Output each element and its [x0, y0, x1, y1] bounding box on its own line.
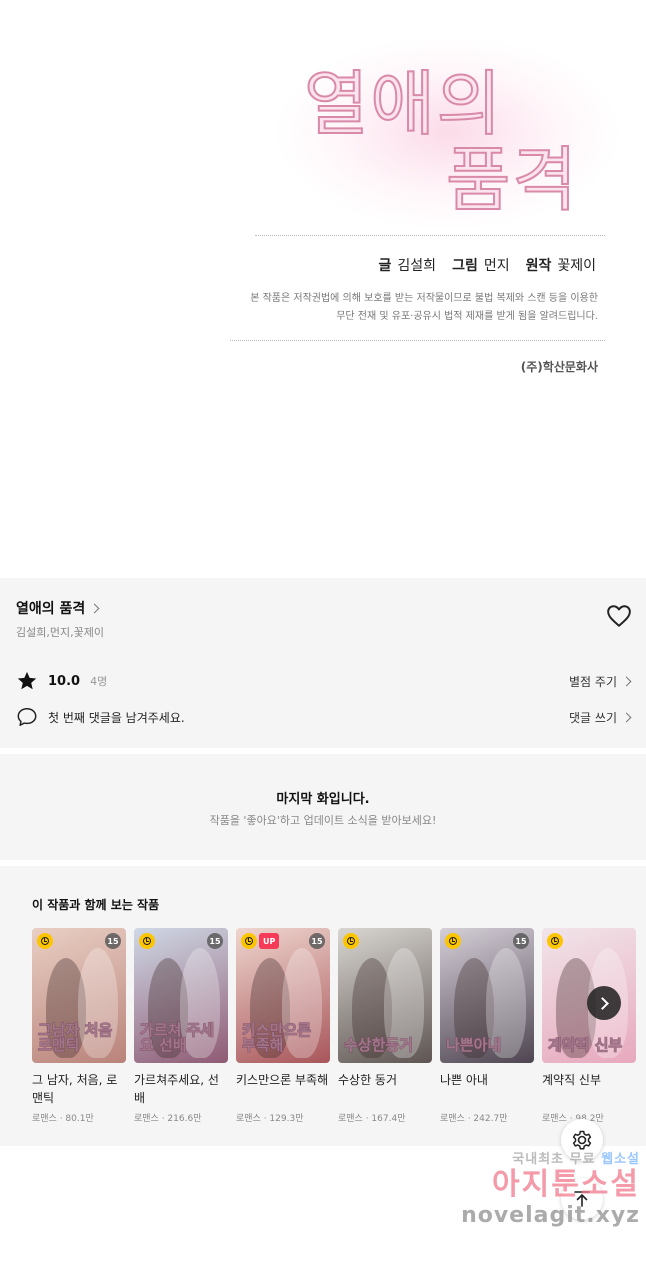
site-watermark: 국내최초 무료 웹소설 아지툰소설 novelagit.xyz [440, 1148, 640, 1248]
age-rating-badge: 15 [309, 933, 325, 949]
cover-title-art: 가르쳐 주세요 선배 [140, 1021, 215, 1054]
wait-free-clock-icon [445, 933, 461, 949]
chevron-right-icon [595, 996, 609, 1010]
notice-line2: 무단 전재 및 유포·공유시 법적 제재를 받게 됨을 알려드립니다. [336, 311, 598, 322]
cover-thumbnail: 나쁜아내 15 [440, 928, 534, 1063]
cover-thumbnail: 키스만으론 부족해 UP 15 [236, 928, 330, 1063]
wait-free-clock-icon [241, 933, 257, 949]
recommendation-card[interactable]: 계약직 신부 계약직 신부 로맨스 · 98.2만 [542, 928, 636, 1124]
recommendation-card[interactable]: 수상한동거수상한 동거로맨스 · 167.4만 [338, 928, 432, 1124]
credit-key-writer: 글 [378, 258, 392, 274]
credit-value-writer: 김설희 [397, 258, 437, 274]
recommendation-card[interactable]: 나쁜아내 15 나쁜 아내로맨스 · 242.7만 [440, 928, 534, 1124]
recommendation-card[interactable]: 키스만으론 부족해 UP 15 키스만으론 부족해로맨스 · 129.3만 [236, 928, 330, 1124]
series-title-link[interactable]: 열애의 품격 [16, 598, 100, 618]
star-icon [17, 671, 37, 690]
write-comment-label: 댓글 쓰기 [569, 710, 617, 725]
last-episode-panel: 마지막 화입니다. 작품을 '좋아요'하고 업데이트 소식을 받아보세요! [0, 754, 646, 860]
credit-value-original: 꽃제이 [557, 258, 596, 274]
cover-thumbnail: 그남자 처음 로맨틱 15 [32, 928, 126, 1063]
rate-button[interactable]: 별점 주기 [569, 673, 632, 690]
wait-free-clock-icon [343, 933, 359, 949]
age-rating-badge: 15 [207, 933, 223, 949]
cover-title-art: 수상한동거 [343, 1036, 414, 1054]
age-rating-badge: 15 [513, 933, 529, 949]
last-episode-subtitle: 작품을 '좋아요'하고 업데이트 소식을 받아보세요! [209, 814, 437, 827]
publisher-label: (주)학산문화사 [520, 360, 598, 374]
last-episode-title: 마지막 화입니다. [276, 792, 370, 807]
card-meta: 로맨스 · 216.6만 [134, 1114, 202, 1124]
watermark-line1-b: 웹소설 [601, 1152, 640, 1167]
card-title: 수상한 동거 [338, 1073, 398, 1087]
wait-free-clock-icon [139, 933, 155, 949]
recommendation-card[interactable]: 그남자 처음 로맨틱 15 그 남자, 처음, 로맨틱로맨스 · 80.1만 [32, 928, 126, 1124]
series-info-panel: 열애의 품격 김설희,먼지,꽃제이 10.0 4명 별점 주기 첫 번째 댓글을… [0, 578, 646, 748]
rating-row: 10.0 4명 별점 주기 [16, 670, 632, 692]
card-meta: 로맨스 · 242.7만 [440, 1114, 508, 1124]
cover-title-art: 키스만으론 부족해 [242, 1021, 312, 1054]
series-title: 열애의 품격 [16, 601, 86, 617]
chevron-right-icon [621, 676, 632, 686]
episode-end-art: 열애의 품격 글 김설희 그림 먼지 원작 꽃제이 본 작품은 저작권법에 의해… [0, 0, 646, 578]
credit-key-original: 원작 [525, 258, 552, 274]
card-title: 키스만으론 부족해 [236, 1073, 329, 1087]
card-title: 나쁜 아내 [440, 1073, 488, 1087]
recommendation-panel: 이 작품과 함께 보는 작품 그남자 처음 로맨틱 15 그 남자, 처음, 로맨틱… [0, 866, 646, 1146]
recommendation-card[interactable]: 가르쳐 주세요 선배 15 가르쳐주세요, 선배로맨스 · 216.6만 [134, 928, 228, 1124]
card-meta: 로맨스 · 80.1만 [32, 1114, 94, 1124]
card-title: 계약직 신부 [542, 1073, 602, 1087]
credits: 글 김설희 그림 먼지 원작 꽃제이 [379, 255, 596, 275]
write-comment-button[interactable]: 댓글 쓰기 [569, 709, 632, 726]
age-rating-badge: 15 [105, 933, 121, 949]
heart-icon[interactable] [606, 604, 632, 628]
card-title: 그 남자, 처음, 로맨틱 [32, 1073, 118, 1105]
cover-title-art: 나쁜아내 [445, 1036, 502, 1054]
update-badge: UP [259, 933, 280, 949]
recommendation-list: 그남자 처음 로맨틱 15 그 남자, 처음, 로맨틱로맨스 · 80.1만 가르쳐 … [32, 928, 636, 1124]
cover-thumbnail: 가르쳐 주세요 선배 15 [134, 928, 228, 1063]
credit-key-artist: 그림 [452, 258, 478, 274]
recommendation-title: 이 작품과 함께 보는 작품 [32, 898, 160, 912]
comment-row: 첫 번째 댓글을 남겨주세요. 댓글 쓰기 [16, 706, 632, 728]
divider [230, 340, 605, 341]
chevron-right-icon [89, 603, 100, 613]
carousel-next-button[interactable] [587, 986, 621, 1020]
rating-score: 10.0 [48, 673, 81, 689]
copyright-notice: 본 작품은 저작권법에 의해 보호를 받는 저작물이므로 불법 복제와 스캔 등… [178, 290, 598, 326]
series-logo: 열애의 품격 [268, 38, 628, 228]
watermark-line1: 국내최초 무료 웹소설 [440, 1148, 640, 1167]
comment-prompt: 첫 번째 댓글을 남겨주세요. [48, 710, 185, 725]
divider [255, 235, 605, 236]
comment-bubble-icon [17, 708, 37, 726]
cover-title-art: 그남자 처음 로맨틱 [38, 1021, 113, 1054]
logo-text-line2: 품격 [445, 138, 579, 222]
card-meta: 로맨스 · 167.4만 [338, 1114, 406, 1124]
card-meta: 로맨스 · 129.3만 [236, 1114, 304, 1124]
watermark-line3: novelagit.xyz [461, 1203, 640, 1228]
wait-free-clock-icon [37, 933, 53, 949]
watermark-line2: 아지툰소설 [492, 1167, 640, 1202]
cover-thumbnail: 수상한동거 [338, 928, 432, 1063]
cover-title-art: 계약직 신부 [547, 1036, 623, 1054]
wait-free-clock-icon [547, 933, 563, 949]
series-authors: 김설희,먼지,꽃제이 [16, 626, 104, 639]
chevron-right-icon [621, 712, 632, 722]
rate-button-label: 별점 주기 [569, 674, 617, 689]
card-title: 가르쳐주세요, 선배 [134, 1073, 219, 1105]
rating-count: 4명 [90, 675, 108, 688]
notice-line1: 본 작품은 저작권법에 의해 보호를 받는 저작물이므로 불법 복제와 스캔 등… [250, 293, 598, 304]
watermark-line1-a: 국내최초 무료 [512, 1152, 596, 1167]
credit-value-artist: 먼지 [483, 258, 510, 274]
